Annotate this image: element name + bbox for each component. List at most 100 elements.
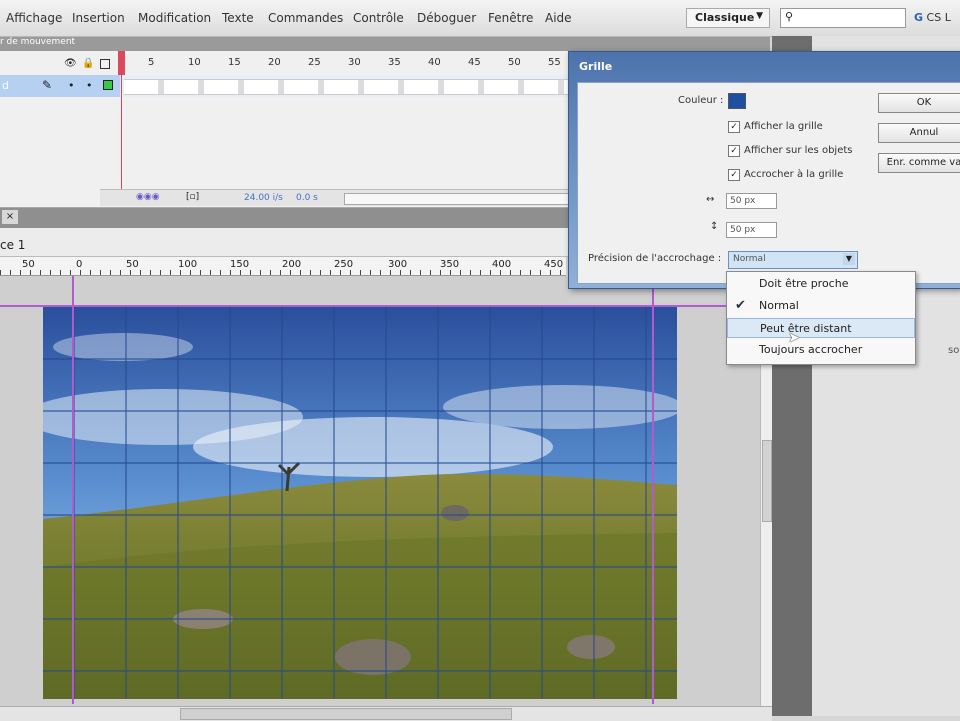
snap-accuracy-select[interactable]: Normal ▼ bbox=[728, 251, 858, 269]
frame-number: 50 bbox=[508, 57, 521, 68]
option-label: Peut être distant bbox=[760, 322, 852, 335]
horizontal-ruler[interactable]: 50 0 50 100 150 200 250 300 350 400 450 bbox=[0, 257, 566, 276]
layer-row[interactable]: d ✎ • • bbox=[0, 75, 570, 97]
frame-number: 30 bbox=[348, 57, 361, 68]
outline-color-icon[interactable] bbox=[103, 80, 113, 90]
lock-dot-icon[interactable]: • bbox=[86, 79, 93, 92]
menu-commandes[interactable]: Commandes bbox=[268, 11, 343, 25]
dropdown-option-can-be-distant[interactable]: Peut être distant bbox=[727, 318, 915, 338]
menu-aide[interactable]: Aide bbox=[545, 11, 572, 25]
frame-number: 35 bbox=[388, 57, 401, 68]
ruler-number: 100 bbox=[178, 259, 198, 270]
snap-to-grid-label: Accrocher à la grille bbox=[744, 169, 844, 180]
checkmark-icon: ✔ bbox=[735, 298, 746, 313]
workspace-dropdown[interactable]: Classique ▼ bbox=[686, 8, 770, 28]
frame-number: 15 bbox=[228, 57, 241, 68]
ruler-number: 300 bbox=[388, 259, 408, 270]
mouse-cursor-icon: ➤ bbox=[788, 330, 800, 346]
pencil-icon: ✎ bbox=[42, 78, 53, 92]
snap-to-grid-checkbox[interactable]: ✓ bbox=[728, 169, 740, 181]
frame-number: 40 bbox=[428, 57, 441, 68]
timeline-scrollbar[interactable] bbox=[344, 193, 570, 205]
panel-tab-label: r de mouvement bbox=[0, 37, 76, 47]
search-input[interactable]: ⚲ bbox=[780, 8, 906, 28]
ruler-number: 50 bbox=[22, 259, 35, 270]
menu-modification[interactable]: Modification bbox=[138, 11, 211, 25]
menu-fenetre[interactable]: Fenêtre bbox=[488, 11, 533, 25]
grid-height-input[interactable]: 50 px bbox=[726, 222, 777, 238]
dropdown-option-normal[interactable]: ✔ Normal bbox=[727, 296, 915, 316]
chevron-down-icon: ▼ bbox=[756, 11, 763, 21]
frame-number: 5 bbox=[148, 57, 155, 68]
frame-number: 10 bbox=[188, 57, 201, 68]
menu-texte[interactable]: Texte bbox=[222, 11, 254, 25]
grid-dialog: Grille Couleur : ✓ Afficher la grille ✓ … bbox=[568, 51, 960, 289]
guide-line-horizontal[interactable] bbox=[0, 305, 760, 307]
grid-width-input[interactable]: 50 px bbox=[726, 193, 777, 209]
ruler-number: 150 bbox=[230, 259, 250, 270]
ruler-number: 400 bbox=[492, 259, 512, 270]
ok-button[interactable]: OK bbox=[878, 93, 960, 113]
vertical-scroll-thumb[interactable] bbox=[762, 440, 772, 522]
ruler-number: 450 bbox=[544, 259, 564, 270]
guide-line-vertical[interactable] bbox=[652, 276, 654, 704]
menu-insertion[interactable]: Insertion bbox=[72, 11, 125, 25]
visible-dot-icon[interactable]: • bbox=[68, 79, 75, 92]
eye-icon[interactable]: 👁 bbox=[64, 59, 77, 69]
snap-accuracy-dropdown: Doit être proche ✔ Normal Peut être dist… bbox=[726, 271, 916, 365]
ruler-number: 0 bbox=[76, 259, 83, 270]
frame-number: 25 bbox=[308, 57, 321, 68]
menu-deboguer[interactable]: Déboguer bbox=[417, 11, 476, 25]
width-spacing-icon: ↔ bbox=[706, 194, 715, 205]
save-default-button[interactable]: Enr. comme va bbox=[878, 153, 960, 173]
cancel-button[interactable]: Annul bbox=[878, 123, 960, 143]
frame-number: 55 bbox=[548, 57, 561, 68]
lock-icon[interactable]: 🔒 bbox=[82, 59, 94, 69]
playhead[interactable] bbox=[118, 51, 125, 199]
dialog-title: Grille bbox=[579, 60, 613, 73]
guide-line-vertical[interactable] bbox=[72, 276, 74, 704]
cs-live-label[interactable]: G CS L bbox=[914, 11, 951, 24]
layer-name-cell[interactable]: d ✎ • • bbox=[0, 75, 120, 97]
ruler-number: 250 bbox=[334, 259, 354, 270]
ruler-number: 200 bbox=[282, 259, 302, 270]
dropdown-option-always-snap[interactable]: Toujours accrocher bbox=[727, 340, 915, 360]
show-over-objects-checkbox[interactable]: ✓ bbox=[728, 145, 740, 157]
search-icon: ⚲ bbox=[785, 10, 794, 23]
option-label: Doit être proche bbox=[759, 277, 849, 290]
landscape-photo[interactable] bbox=[43, 307, 677, 699]
option-label: Toujours accrocher bbox=[759, 343, 863, 356]
dropdown-option-must-be-close[interactable]: Doit être proche bbox=[727, 274, 915, 294]
timeline-ruler[interactable]: 5 10 15 20 25 30 35 40 45 50 55 bbox=[120, 57, 570, 71]
show-grid-checkbox[interactable]: ✓ bbox=[728, 121, 740, 133]
scene-breadcrumb[interactable]: ce 1 bbox=[0, 238, 25, 252]
chevron-down-icon: ▼ bbox=[843, 253, 855, 265]
ruler-number: 50 bbox=[126, 259, 139, 270]
snap-accuracy-value: Normal bbox=[733, 254, 766, 264]
snap-accuracy-label: Précision de l'accrochage : bbox=[588, 253, 722, 264]
grid-color-swatch[interactable] bbox=[728, 93, 746, 109]
horizontal-scroll-thumb[interactable] bbox=[180, 708, 512, 720]
playhead-line bbox=[121, 59, 122, 199]
menu-controle[interactable]: Contrôle bbox=[353, 11, 404, 25]
option-label: Normal bbox=[759, 299, 799, 312]
edit-frames-icon[interactable]: [▫] bbox=[186, 192, 199, 202]
frame-number: 20 bbox=[268, 57, 281, 68]
ruler-number: 350 bbox=[440, 259, 460, 270]
height-spacing-icon: ↕ bbox=[710, 221, 719, 232]
menu-affichage[interactable]: Affichage bbox=[6, 11, 62, 25]
frame-rate[interactable]: 24.00 i/s bbox=[244, 193, 283, 203]
cs-live-icon: G bbox=[914, 11, 924, 24]
onion-skin-icon[interactable]: ◉◉◉ bbox=[136, 192, 160, 202]
close-icon[interactable]: × bbox=[2, 210, 18, 224]
show-over-objects-label: Afficher sur les objets bbox=[744, 145, 853, 156]
workspace-label: Classique bbox=[695, 11, 755, 24]
frame-strip[interactable] bbox=[124, 79, 570, 95]
dialog-body: Couleur : ✓ Afficher la grille ✓ Affiche… bbox=[577, 82, 960, 284]
properties-text: son séle bbox=[948, 345, 960, 356]
motion-editor-tab[interactable]: r de mouvement bbox=[0, 37, 770, 52]
layer-name: d bbox=[2, 79, 9, 92]
frame-number: 45 bbox=[468, 57, 481, 68]
photo-graphic bbox=[43, 307, 677, 699]
outline-icon[interactable] bbox=[100, 59, 110, 69]
